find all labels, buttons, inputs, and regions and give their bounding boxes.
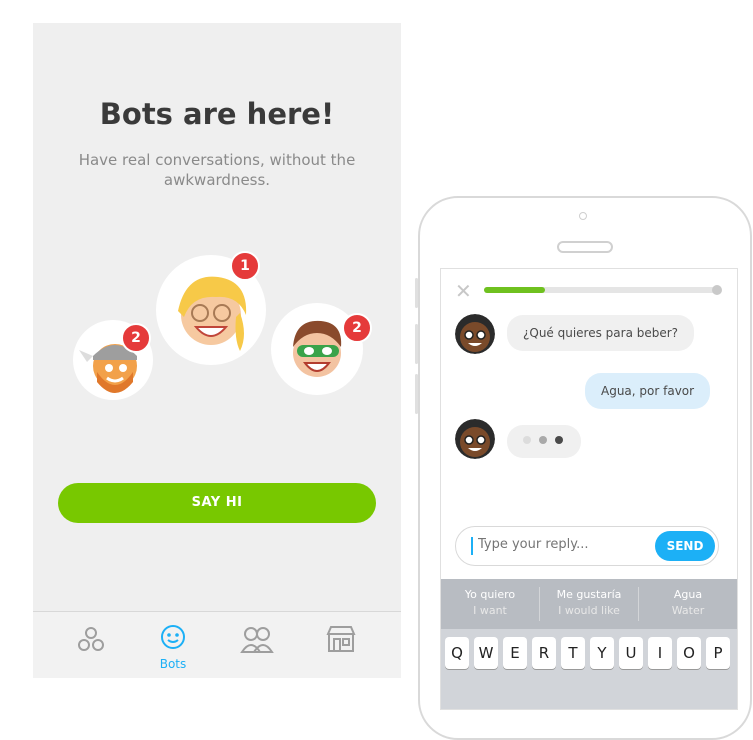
key-e[interactable]: E — [503, 637, 527, 669]
volume-button — [415, 374, 418, 414]
suggestion-main: Me gustaría — [556, 588, 622, 601]
progress-fill — [484, 287, 546, 293]
page-title: Bots are here! — [99, 97, 335, 131]
suggestion-main: Yo quiero — [464, 588, 516, 601]
reply-input[interactable] — [476, 536, 650, 553]
send-button[interactable]: SEND — [655, 531, 715, 561]
viking-bot-badge: 2 — [121, 323, 151, 353]
camera-dot — [579, 212, 587, 220]
bot-avatar-icon — [455, 419, 495, 459]
progress-end-dot — [712, 285, 722, 295]
tab-bots-label: Bots — [159, 657, 187, 671]
key-t[interactable]: T — [561, 637, 585, 669]
bot-message: ¿Qué quieres para beber? — [507, 315, 695, 351]
clubs-icon — [240, 627, 274, 653]
lesson-progress-bar — [484, 285, 722, 295]
say-hi-button[interactable]: SAY HI — [58, 483, 376, 523]
key-i[interactable]: I — [648, 637, 672, 669]
suggestion-sub: I want — [473, 604, 507, 617]
bot-avatar-icon — [455, 314, 495, 354]
text-caret — [471, 537, 473, 555]
suggestion-sub: I would like — [558, 604, 620, 617]
tab-learn[interactable] — [61, 624, 121, 657]
tab-clubs[interactable] — [227, 624, 287, 657]
key-p[interactable]: P — [706, 637, 730, 669]
suggestion-agua[interactable]: Agua Water — [639, 587, 737, 619]
tab-bots[interactable]: Bots — [143, 624, 203, 671]
blonde-bot-badge: 1 — [230, 251, 260, 281]
page-subtitle: Have real conversations, without the awk… — [78, 151, 356, 189]
tab-shop[interactable] — [311, 624, 371, 657]
key-q[interactable]: Q — [445, 637, 469, 669]
typing-dots-icon — [523, 436, 563, 444]
key-y[interactable]: Y — [590, 637, 614, 669]
shop-icon — [326, 626, 356, 652]
speaker-slot — [557, 241, 613, 253]
reply-box: SEND — [455, 526, 719, 566]
bottom-tab-bar: Bots — [33, 611, 401, 678]
key-w[interactable]: W — [474, 637, 498, 669]
phone-frame: ✕ ¿Qué quieres para beber? Agua, por fav… — [415, 196, 752, 740]
suggestion-yo-quiero[interactable]: Yo quiero I want — [441, 587, 539, 619]
key-o[interactable]: O — [677, 637, 701, 669]
volume-button — [415, 278, 418, 308]
key-u[interactable]: U — [619, 637, 643, 669]
close-icon[interactable]: ✕ — [455, 279, 472, 303]
bot-icon — [161, 625, 185, 649]
keyboard: Q W E R T Y U I O P — [441, 629, 737, 709]
volume-button — [415, 324, 418, 364]
user-message: Agua, por favor — [585, 373, 711, 409]
chat-screen: ✕ ¿Qué quieres para beber? Agua, por fav… — [440, 268, 738, 710]
typing-indicator — [507, 425, 581, 458]
learn-icon — [78, 627, 104, 651]
bots-onboarding-screen: Bots are here! Have real conversations, … — [33, 23, 401, 678]
suggestion-sub: Water — [671, 604, 705, 617]
key-r[interactable]: R — [532, 637, 556, 669]
suggestion-main: Agua — [673, 588, 703, 601]
superhero-bot-badge: 2 — [342, 313, 372, 343]
suggestion-me-gustaria[interactable]: Me gustaría I would like — [540, 587, 638, 619]
suggestion-bar: Yo quiero I want Me gustaría I would lik… — [441, 579, 737, 629]
